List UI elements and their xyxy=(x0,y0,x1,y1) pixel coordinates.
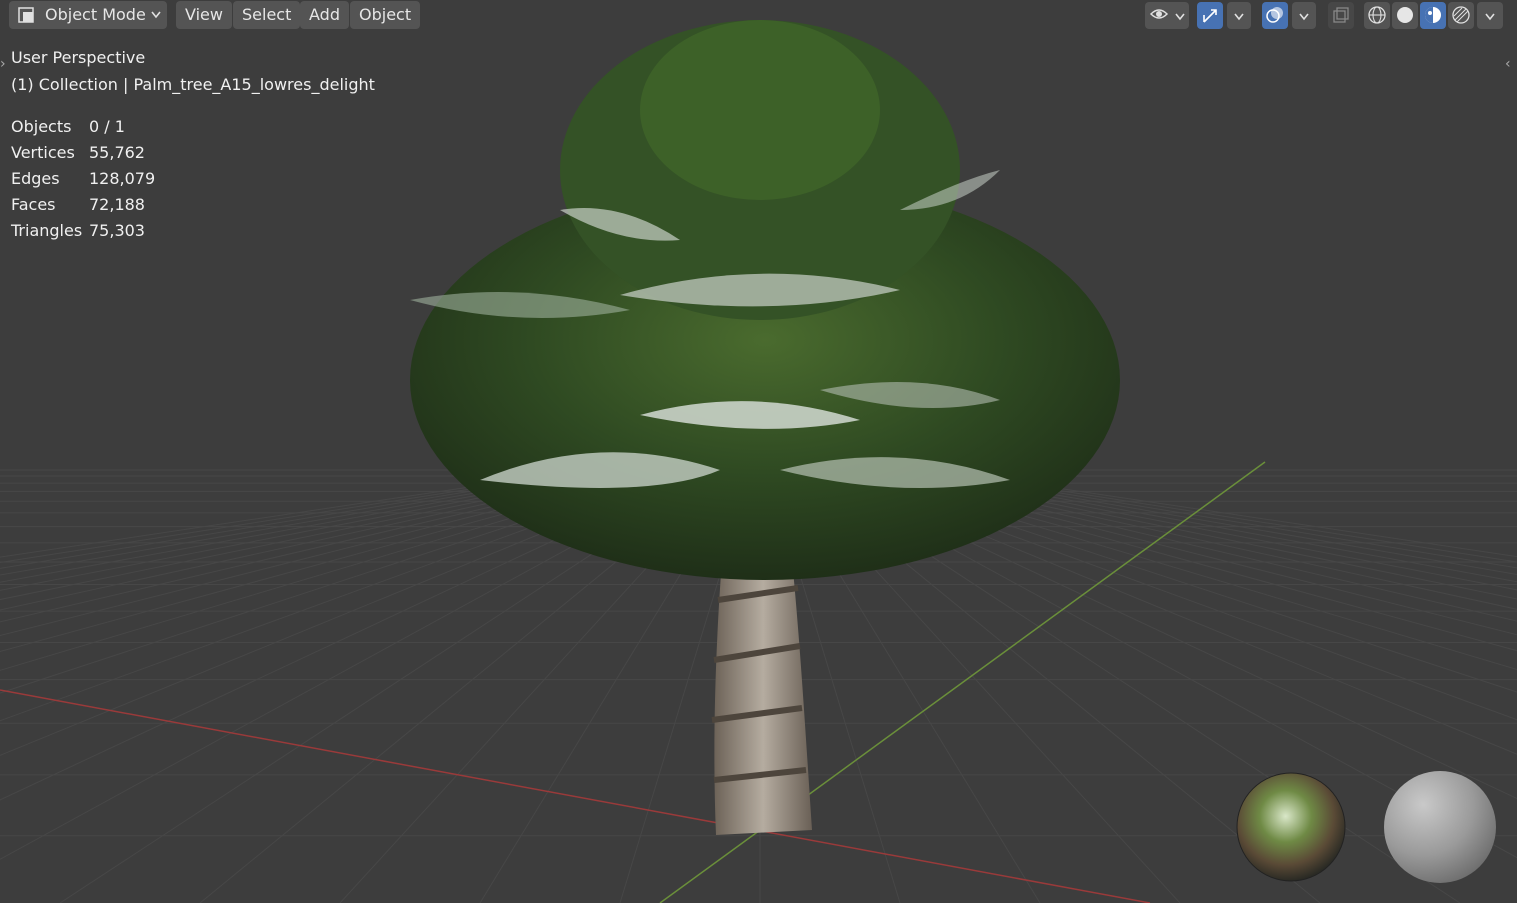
gizmo-toggle[interactable] xyxy=(1197,2,1223,29)
stat-value-edges: 128,079 xyxy=(89,169,156,188)
rendered-shading-icon xyxy=(1452,6,1470,24)
wireframe-shading-icon xyxy=(1368,6,1386,24)
gizmo-dropdown[interactable] xyxy=(1227,2,1251,29)
stat-label-triangles: Triangles xyxy=(11,221,83,240)
shading-rendered-button[interactable] xyxy=(1448,2,1474,29)
menu-add[interactable]: Add xyxy=(300,1,349,29)
xray-icon xyxy=(1333,7,1349,23)
overlay-dropdown[interactable] xyxy=(1292,2,1316,29)
chevron-down-icon xyxy=(1485,13,1495,21)
visibility-button[interactable] xyxy=(1145,2,1189,29)
shading-wireframe-button[interactable] xyxy=(1364,2,1390,29)
collection-info: (1) Collection | Palm_tree_A15_lowres_de… xyxy=(11,75,375,94)
chevron-down-icon xyxy=(1175,13,1185,21)
chevron-down-icon xyxy=(151,11,161,19)
chevron-down-icon xyxy=(1299,13,1309,21)
stat-label-edges: Edges xyxy=(11,169,60,188)
overlay-toggle[interactable] xyxy=(1262,2,1288,29)
stat-label-objects: Objects xyxy=(11,117,72,136)
mode-dropdown[interactable]: Object Mode xyxy=(9,1,167,29)
stat-value-vertices: 55,762 xyxy=(89,143,145,162)
view-name: User Perspective xyxy=(11,48,146,67)
menu-select[interactable]: Select xyxy=(233,1,301,29)
stat-value-objects: 0 / 1 xyxy=(89,117,125,136)
mode-label: Object Mode xyxy=(45,5,146,24)
xray-toggle[interactable] xyxy=(1328,2,1354,29)
material-preview-icon xyxy=(1425,7,1441,23)
stat-value-triangles: 75,303 xyxy=(89,221,145,240)
shading-solid-button[interactable] xyxy=(1392,2,1418,29)
stat-label-faces: Faces xyxy=(11,195,56,214)
menu-view[interactable]: View xyxy=(176,1,232,29)
menu-object[interactable]: Object xyxy=(350,1,421,29)
viewport-3d[interactable] xyxy=(0,0,1517,903)
overlay-icon xyxy=(1266,7,1283,23)
shading-material-preview-button[interactable] xyxy=(1420,2,1446,29)
toolbar-expand-arrow-icon[interactable]: › xyxy=(0,56,6,72)
x-axis-line xyxy=(0,689,1151,903)
gizmo-icon xyxy=(1203,9,1217,23)
hdri-preview-sphere xyxy=(1236,772,1346,882)
sidebar-expand-arrow-icon[interactable]: ‹ xyxy=(1505,56,1511,72)
shading-dropdown[interactable] xyxy=(1477,2,1503,29)
object-mode-icon xyxy=(18,7,34,23)
material-preview-sphere xyxy=(1384,771,1496,883)
stat-label-vertices: Vertices xyxy=(11,143,75,162)
chevron-down-icon xyxy=(1234,13,1244,21)
palm-tree-object[interactable] xyxy=(410,20,1120,835)
visibility-icon xyxy=(1149,9,1169,19)
stat-value-faces: 72,188 xyxy=(89,195,145,214)
solid-shading-icon xyxy=(1397,7,1413,23)
